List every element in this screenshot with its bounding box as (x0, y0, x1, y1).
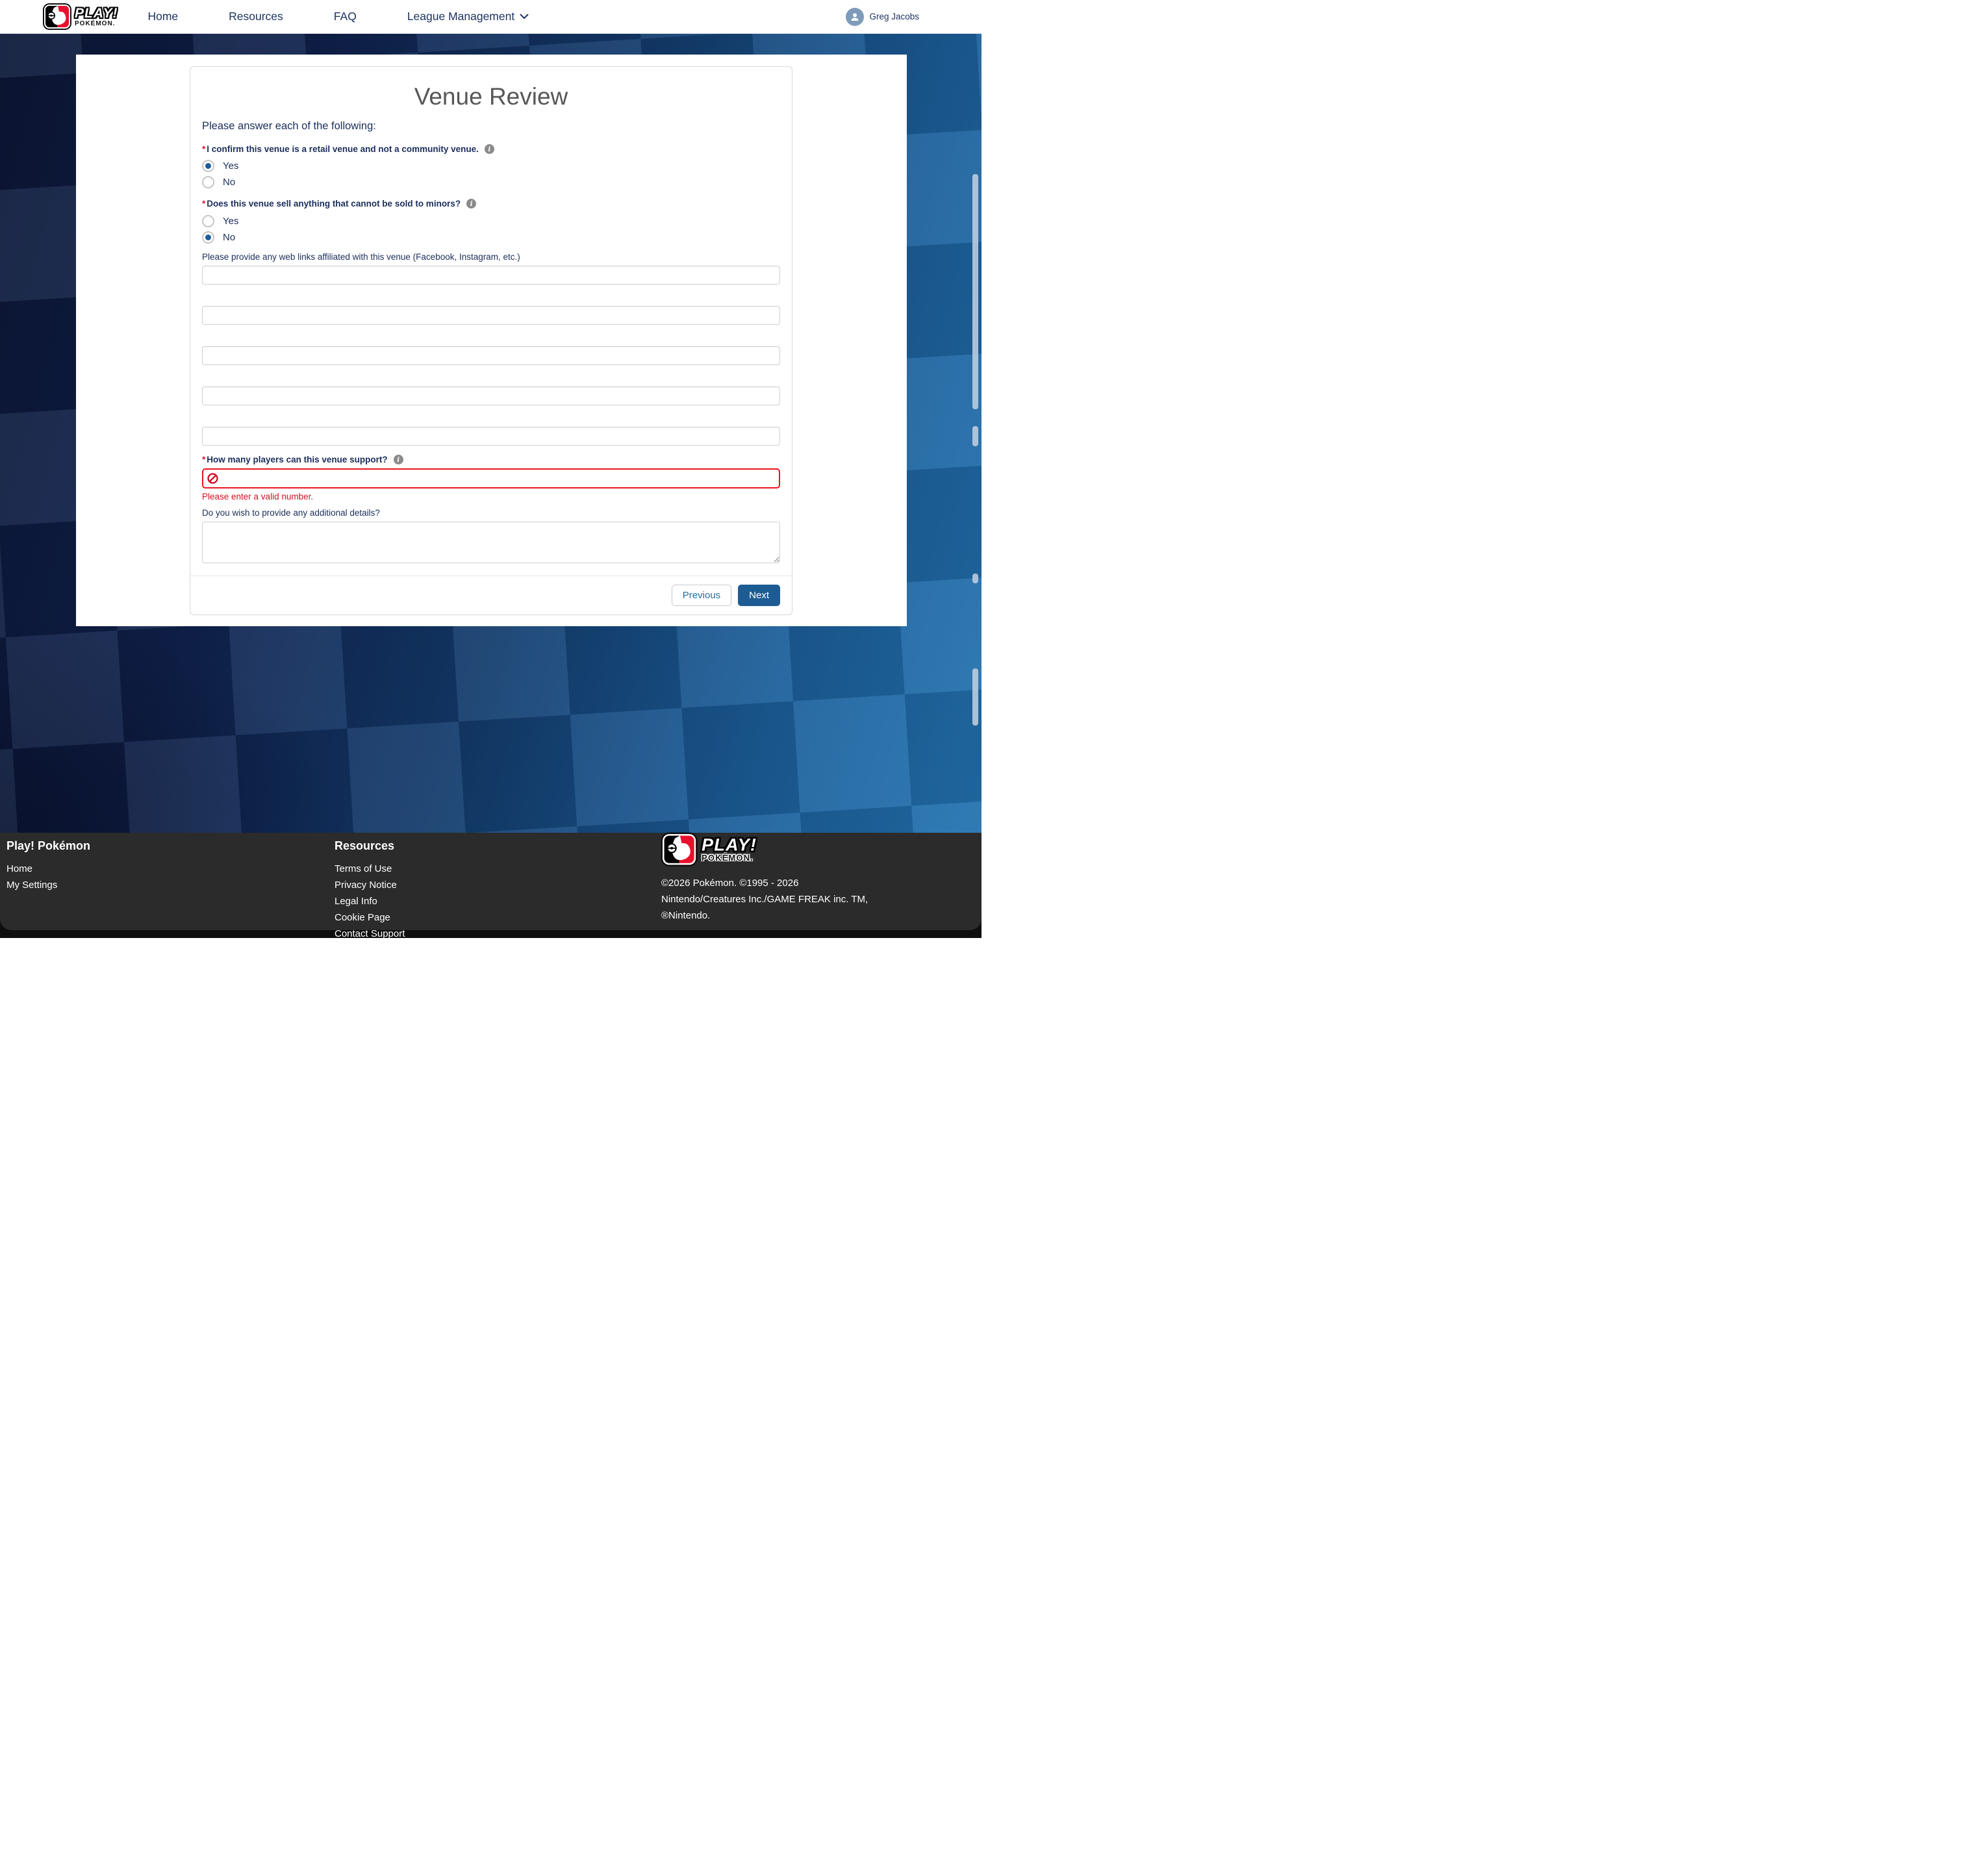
user-name: Greg Jacobs (869, 12, 919, 21)
nav-item-resources[interactable]: Resources (229, 10, 283, 23)
scrollbar-thumb[interactable] (972, 426, 978, 446)
weblink-input-5[interactable] (202, 427, 780, 446)
brand-play-text: PLAY! (75, 6, 118, 20)
play-pokemon-logo[interactable]: PLAY! POKÉMON. (44, 5, 118, 29)
scrollbar-thumb[interactable] (972, 174, 978, 409)
radio-selected-icon[interactable] (202, 231, 214, 244)
venue-review-card: Venue Review Please answer each of the f… (190, 66, 792, 615)
retail-option-yes[interactable]: Yes (202, 159, 780, 172)
question-player-capacity: * How many players can this venue suppor… (202, 455, 780, 464)
user-menu[interactable]: Greg Jacobs (846, 8, 919, 26)
footer-resources-heading: Resources (335, 839, 405, 853)
info-icon[interactable]: i (394, 455, 403, 464)
footer-resources-column: Resources Terms of Use Privacy Notice Le… (335, 839, 405, 942)
footer-play-pokemon-logo: PLAY! POKÉMON. (663, 834, 757, 865)
info-icon[interactable]: i (485, 144, 494, 154)
next-button[interactable]: Next (738, 585, 780, 606)
nav-item-league-management[interactable]: League Management (407, 10, 529, 23)
footer-brand-heading: Play! Pokémon (6, 839, 90, 853)
footer-panel: Play! Pokémon Home My Settings Resources… (0, 833, 981, 930)
radio-unselected-icon[interactable] (202, 215, 214, 227)
question-sell-minors: * Does this venue sell anything that can… (202, 199, 780, 209)
info-icon[interactable]: i (466, 199, 476, 209)
card-footer: Previous Next (190, 576, 792, 615)
chevron-down-icon (520, 14, 529, 19)
validation-error-message: Please enter a valid number. (202, 492, 780, 501)
footer-link-home[interactable]: Home (6, 861, 90, 877)
required-asterisk: * (202, 455, 205, 464)
footer-link-contact-support[interactable]: Contact Support (335, 926, 405, 942)
weblink-input-4[interactable] (202, 387, 780, 405)
footer-link-terms[interactable]: Terms of Use (335, 861, 405, 877)
site-footer: Play! Pokémon Home My Settings Resources… (0, 833, 981, 938)
details-label: Do you wish to provide any additional de… (202, 508, 780, 518)
additional-details-textarea[interactable] (202, 522, 780, 563)
scrollbar-thumb[interactable] (972, 668, 978, 726)
footer-brand-column: Play! Pokémon Home My Settings (6, 839, 90, 893)
form-intro: Please answer each of the following: (202, 120, 780, 133)
radio-selected-icon[interactable] (202, 160, 214, 172)
play-pokemon-logo-icon (44, 5, 70, 29)
nav-item-home[interactable]: Home (147, 10, 178, 23)
weblinks-label: Please provide any web links affiliated … (202, 252, 780, 262)
weblink-input-3[interactable] (202, 346, 780, 365)
nav-item-faq[interactable]: FAQ (334, 10, 357, 23)
brand-pokemon-text: POKÉMON. (75, 21, 118, 27)
retail-option-no[interactable]: No (202, 175, 780, 188)
page-title: Venue Review (202, 84, 780, 110)
invalid-prohibited-icon (207, 473, 218, 484)
checkered-background: Venue Review Please answer each of the f… (0, 33, 981, 833)
minors-option-yes[interactable]: Yes (202, 214, 780, 227)
weblink-input-2[interactable] (202, 306, 780, 325)
footer-link-privacy[interactable]: Privacy Notice (335, 877, 405, 893)
footer-link-cookie[interactable]: Cookie Page (335, 909, 405, 926)
scrollbar-thumb[interactable] (972, 574, 978, 583)
minors-option-no[interactable]: No (202, 231, 780, 244)
user-avatar-icon (846, 8, 864, 26)
footer-link-my-settings[interactable]: My Settings (6, 877, 90, 893)
previous-button[interactable]: Previous (672, 585, 731, 606)
required-asterisk: * (202, 199, 205, 209)
footer-link-legal[interactable]: Legal Info (335, 893, 405, 909)
nav-links: Home Resources FAQ League Management (147, 10, 529, 23)
copyright-text: ©2026 Pokémon. ©1995 - 2026 Nintendo/Cre… (661, 875, 908, 924)
content-surface: Venue Review Please answer each of the f… (76, 55, 907, 626)
weblink-input-1[interactable] (202, 266, 780, 285)
footer-legal-column: PLAY! POKÉMON. ©2026 Pokémon. ©1995 - 20… (661, 833, 908, 924)
question-retail-venue: * I confirm this venue is a retail venue… (202, 144, 780, 154)
radio-unselected-icon[interactable] (202, 176, 214, 188)
play-pokemon-logo-icon (663, 834, 696, 865)
player-capacity-input[interactable] (202, 468, 780, 488)
required-asterisk: * (202, 144, 205, 154)
top-nav: PLAY! POKÉMON. Home Resources FAQ League… (0, 0, 981, 34)
